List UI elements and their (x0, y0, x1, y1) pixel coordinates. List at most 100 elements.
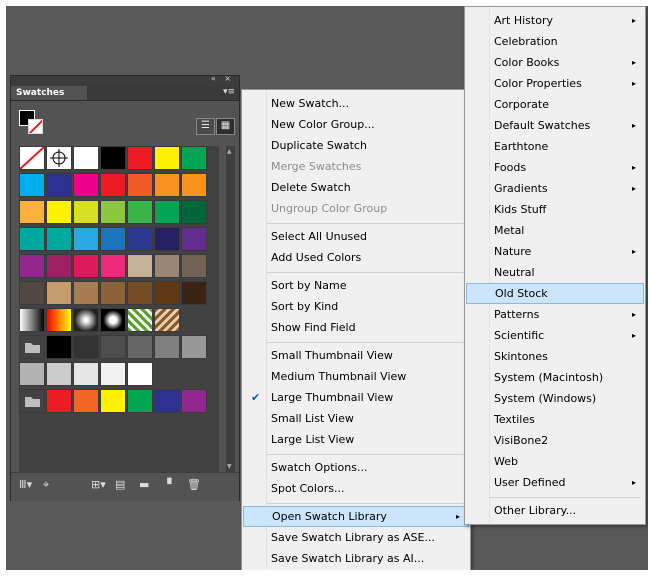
swatch-cell[interactable] (100, 389, 126, 413)
menu-item-large-thumbnail-view[interactable]: Large Thumbnail View ✔ (243, 387, 469, 408)
swatch-cell[interactable] (181, 200, 207, 224)
swatch-cell[interactable] (19, 281, 45, 305)
swatch-cell[interactable] (100, 308, 126, 332)
swatch-cell[interactable] (46, 173, 72, 197)
swatch-cell[interactable] (19, 362, 45, 386)
swatch-cell[interactable] (181, 146, 207, 170)
swatch-cell[interactable] (154, 254, 180, 278)
scroll-up-icon[interactable]: ▲ (227, 148, 232, 155)
swatch-cell[interactable] (19, 200, 45, 224)
swatch-cell[interactable] (46, 335, 72, 359)
menu-item-color-properties[interactable]: Color Properties ▸ (466, 73, 644, 94)
swatch-cell[interactable] (127, 308, 153, 332)
menu-item-textiles[interactable]: Textiles (466, 409, 644, 430)
menu-item-duplicate-swatch[interactable]: Duplicate Swatch (243, 135, 469, 156)
menu-item-user-defined[interactable]: User Defined ▸ (466, 472, 644, 493)
swatch-cell[interactable] (181, 173, 207, 197)
menu-item-other-library[interactable]: Other Library... (466, 500, 644, 521)
menu-item-open-swatch-library[interactable]: Open Swatch Library ▸ (243, 506, 469, 527)
list-view-icon[interactable]: ☰ (196, 118, 215, 135)
panel-collapse-close-icon[interactable]: « × (211, 74, 234, 83)
delete-icon[interactable]: 🗑 (187, 478, 201, 491)
swatch-cell[interactable] (154, 335, 180, 359)
show-kinds-icon[interactable]: ⌖ (43, 478, 49, 492)
swatch-scrollbar[interactable]: ▲ ▼ (226, 146, 235, 472)
swatch-cell[interactable] (100, 281, 126, 305)
swatch-cell[interactable] (181, 227, 207, 251)
menu-item-default-swatches[interactable]: Default Swatches ▸ (466, 115, 644, 136)
menu-item-save-swatch-library-as-ase[interactable]: Save Swatch Library as ASE... (243, 527, 469, 548)
menu-item-show-find-field[interactable]: Show Find Field (243, 317, 469, 338)
menu-item-old-stock[interactable]: Old Stock (466, 283, 644, 304)
panel-titlebar[interactable]: « × (11, 74, 239, 86)
menu-item-visibone2[interactable]: VisiBone2 (466, 430, 644, 451)
swatch-cell[interactable] (73, 146, 99, 170)
swatch-cell[interactable] (46, 362, 72, 386)
swatch-cell[interactable] (154, 146, 180, 170)
thumbnail-view-icon[interactable]: ▦ (216, 118, 235, 135)
swatch-cell[interactable] (127, 227, 153, 251)
menu-item-gradients[interactable]: Gradients ▸ (466, 178, 644, 199)
menu-item-delete-swatch[interactable]: Delete Swatch (243, 177, 469, 198)
menu-item-save-swatch-library-as-ai[interactable]: Save Swatch Library as AI... (243, 548, 469, 569)
menu-item-new-color-group[interactable]: New Color Group... (243, 114, 469, 135)
swatch-cell[interactable] (73, 281, 99, 305)
menu-item-small-thumbnail-view[interactable]: Small Thumbnail View (243, 345, 469, 366)
menu-item-metal[interactable]: Metal (466, 220, 644, 241)
swatch-cell[interactable] (127, 200, 153, 224)
swatch-cell[interactable] (19, 227, 45, 251)
menu-item-spot-colors[interactable]: Spot Colors... (243, 478, 469, 499)
swatch-cell[interactable] (100, 254, 126, 278)
swatch-cell[interactable] (73, 335, 99, 359)
menu-item-swatch-options[interactable]: Swatch Options... (243, 457, 469, 478)
menu-item-nature[interactable]: Nature ▸ (466, 241, 644, 262)
swatch-cell[interactable] (154, 281, 180, 305)
swatch-cell[interactable] (73, 389, 99, 413)
menu-item-sort-by-kind[interactable]: Sort by Kind (243, 296, 469, 317)
swatch-cell[interactable] (73, 200, 99, 224)
menu-item-system-macintosh[interactable]: System (Macintosh) (466, 367, 644, 388)
swatch-cell[interactable] (154, 389, 180, 413)
swatch-cell[interactable] (181, 389, 207, 413)
swatch-cell[interactable] (154, 173, 180, 197)
swatch-cell[interactable] (127, 281, 153, 305)
swatch-cell[interactable] (100, 200, 126, 224)
swatch-cell[interactable] (46, 200, 72, 224)
swatch-cell[interactable] (100, 146, 126, 170)
menu-item-new-swatch[interactable]: New Swatch... (243, 93, 469, 114)
swatch-cell[interactable] (127, 335, 153, 359)
menu-item-kids-stuff[interactable]: Kids Stuff (466, 199, 644, 220)
swatch-cell[interactable] (19, 254, 45, 278)
menu-item-sort-by-name[interactable]: Sort by Name (243, 275, 469, 296)
menu-item-scientific[interactable]: Scientific ▸ (466, 325, 644, 346)
scroll-down-icon[interactable]: ▼ (227, 463, 232, 470)
menu-item-medium-thumbnail-view[interactable]: Medium Thumbnail View (243, 366, 469, 387)
new-swatch-icon[interactable]: ▝ (163, 478, 171, 491)
fill-stroke-indicator[interactable] (19, 110, 43, 134)
swatch-cell[interactable] (46, 227, 72, 251)
folder-icon[interactable] (19, 389, 45, 413)
swatch-cell[interactable] (154, 308, 180, 332)
swatch-cell[interactable] (154, 227, 180, 251)
swatches-tab[interactable]: Swatches (11, 86, 87, 100)
swatch-cell[interactable] (100, 362, 126, 386)
menu-item-select-all-unused[interactable]: Select All Unused (243, 226, 469, 247)
stroke-swatch[interactable] (28, 119, 43, 134)
swatch-cell[interactable] (181, 335, 207, 359)
swatch-cell[interactable] (154, 200, 180, 224)
menu-item-celebration[interactable]: Celebration (466, 31, 644, 52)
swatch-cell[interactable] (73, 362, 99, 386)
library-icon[interactable]: Ⅲ▾ (19, 478, 32, 491)
swatch-cell[interactable] (127, 173, 153, 197)
swatch-cell[interactable] (46, 389, 72, 413)
swatch-cell[interactable] (73, 227, 99, 251)
swatch-cell[interactable] (19, 308, 45, 332)
swatch-cell[interactable] (73, 173, 99, 197)
swatch-cell[interactable] (100, 173, 126, 197)
registration-swatch[interactable] (46, 146, 72, 170)
menu-item-art-history[interactable]: Art History ▸ (466, 10, 644, 31)
menu-item-small-list-view[interactable]: Small List View (243, 408, 469, 429)
menu-item-skintones[interactable]: Skintones (466, 346, 644, 367)
swatch-cell[interactable] (127, 362, 153, 386)
swatch-cell[interactable] (127, 146, 153, 170)
